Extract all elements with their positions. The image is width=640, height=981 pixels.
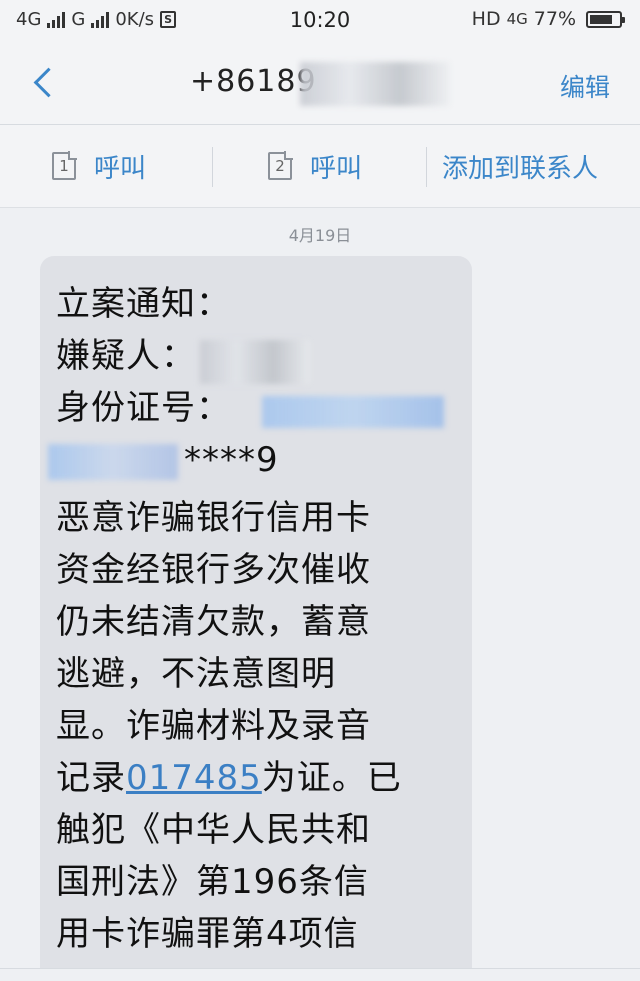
message-line: 嫌疑人：: [56, 336, 196, 376]
sim1-icon: 1: [52, 152, 76, 180]
battery-percent: 77%: [533, 8, 576, 30]
back-arrow-icon[interactable]: [28, 62, 68, 102]
message-line: 恶意诈骗银行信用卡: [56, 498, 371, 538]
edit-button[interactable]: 编辑: [560, 68, 610, 104]
record-number-link[interactable]: 017485: [126, 758, 262, 798]
call-sim1-button[interactable]: 1 呼叫: [52, 125, 146, 207]
message-line: ****9: [184, 440, 279, 480]
action-bar: 1 呼叫 2 呼叫 添加到联系人: [0, 125, 640, 207]
message-line-record: 记录017485为证。已: [56, 758, 402, 798]
call-sim2-button[interactable]: 2 呼叫: [268, 125, 362, 207]
message-line: 逃避，不法意图明: [56, 654, 336, 694]
message-line: 资金经银行多次催收: [56, 550, 371, 590]
conversation-header: +86189 编辑: [0, 40, 640, 124]
network-type-right: 4G: [506, 10, 528, 28]
status-right: HD 4G 77%: [471, 8, 625, 30]
message-line: 触犯《中华人民共和: [56, 810, 371, 850]
message-line: 用卡诈骗罪第4项信: [56, 914, 359, 954]
message-line: 立案通知：: [56, 284, 231, 324]
redacted-name: [200, 340, 310, 384]
record-prefix: 记录: [56, 758, 126, 798]
battery-fill: [590, 14, 612, 24]
call-sim1-label: 呼叫: [94, 153, 147, 184]
add-to-contacts-button[interactable]: 添加到联系人: [442, 125, 598, 207]
call-sim2-label: 呼叫: [310, 153, 363, 184]
sim2-icon: 2: [268, 152, 292, 180]
action-separator: [426, 147, 427, 187]
record-suffix: 为证。已: [261, 758, 402, 798]
status-bar: 4G G 0K/s S 10:20 HD 4G 77%: [0, 0, 640, 40]
action-separator: [212, 147, 213, 187]
add-to-contacts-label: 添加到联系人: [442, 153, 599, 184]
redacted-id-number-2: [48, 444, 178, 480]
message-line: 国刑法》第196条信: [56, 862, 369, 902]
redacted-id-number: [262, 396, 444, 428]
action-divider: [0, 207, 640, 208]
hd-badge: HD: [471, 8, 501, 30]
redacted-number: [300, 62, 450, 106]
battery-icon: [586, 10, 625, 28]
contact-number: +86189: [190, 64, 317, 99]
bottom-edge: [0, 968, 640, 981]
message-line: 仍未结清欠款，蓄意: [56, 602, 371, 642]
message-line: 身份证号：: [56, 388, 231, 428]
message-date: 4月19日: [288, 226, 352, 245]
message-line: 显。诈骗材料及录音: [56, 706, 371, 746]
